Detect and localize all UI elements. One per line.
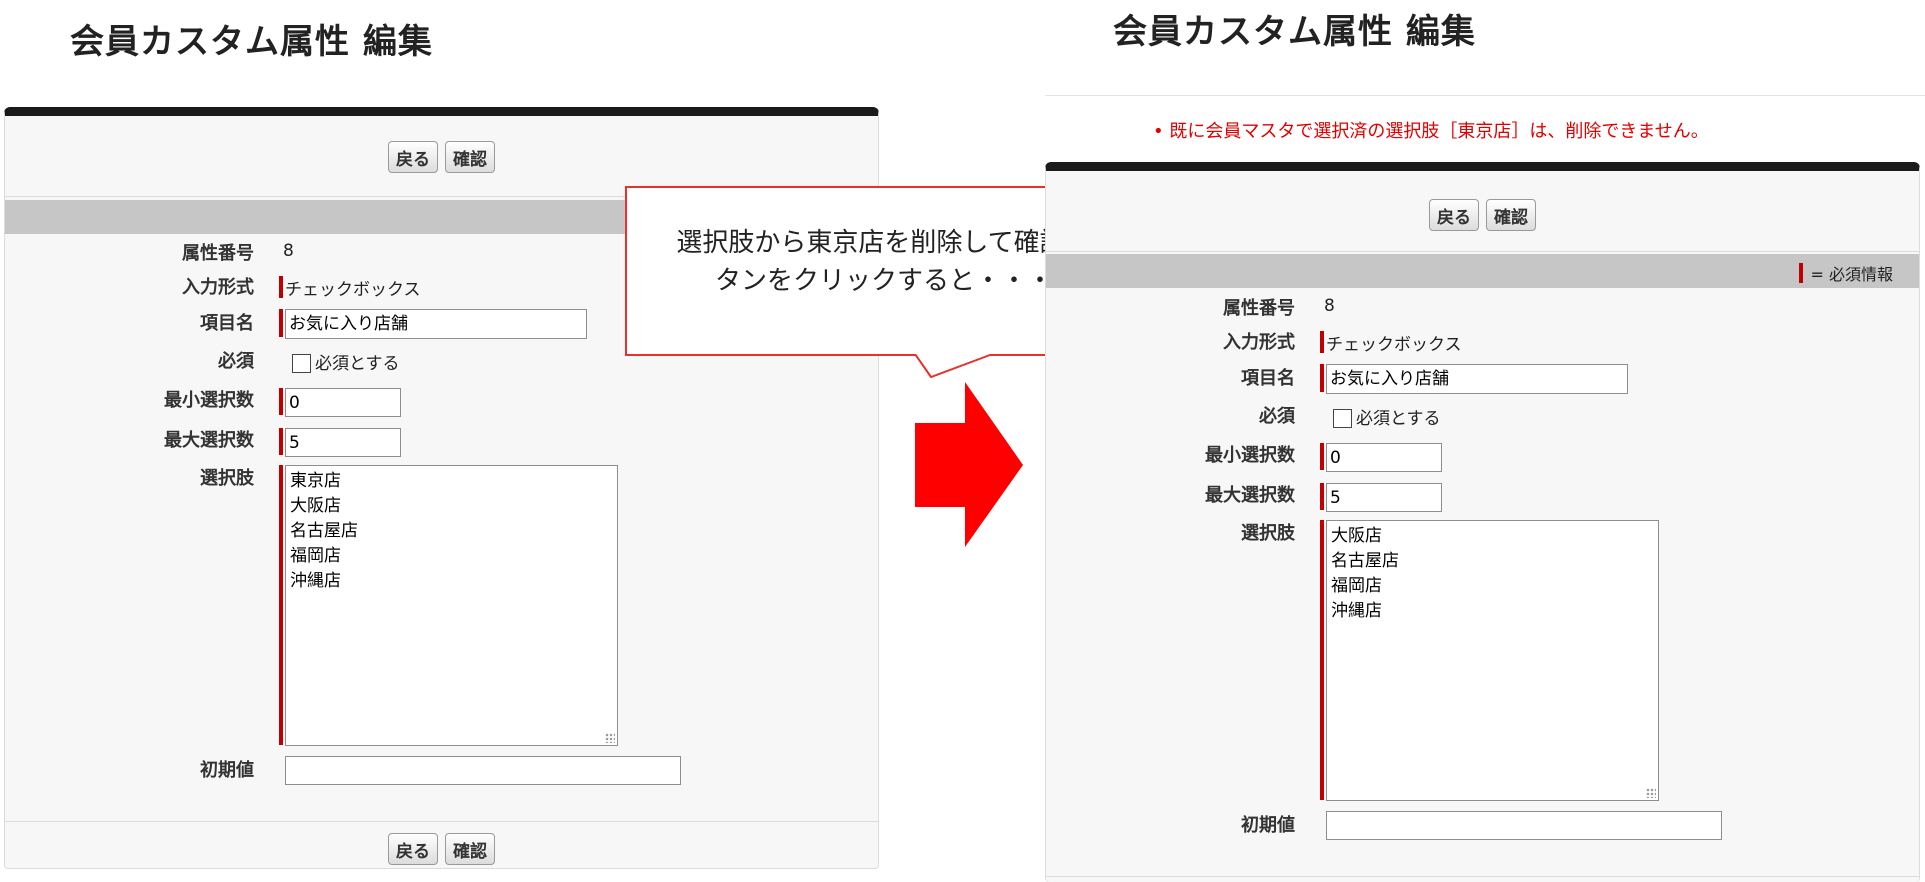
required-legend: = 必須情報 xyxy=(1798,261,1894,285)
item-name-label: 項目名 xyxy=(200,313,254,334)
max-select-label: 最大選択数 xyxy=(164,430,254,451)
input-type-value: チェックボックス xyxy=(285,280,421,300)
required-marker xyxy=(279,465,283,745)
required-marker xyxy=(1320,364,1324,392)
required-marker xyxy=(279,428,283,455)
confirm-button[interactable]: 確認 xyxy=(445,141,495,173)
initial-value-label: 初期値 xyxy=(1241,815,1295,836)
page-title-right: 会員カスタム属性 編集 xyxy=(1113,12,1476,52)
bottom-button-row-left: 戻る 確認 xyxy=(5,833,878,865)
input-type-label: 入力形式 xyxy=(182,277,254,298)
min-select-label: 最小選択数 xyxy=(1205,445,1295,466)
page-title-left: 会員カスタム属性 編集 xyxy=(70,22,433,62)
required-marker xyxy=(279,388,283,415)
required-checkbox[interactable] xyxy=(1333,409,1352,428)
choices-textarea[interactable]: 東京店 大阪店 名古屋店 福岡店 沖縄店 xyxy=(285,465,618,746)
choices-label: 選択肢 xyxy=(200,468,254,489)
confirm-button[interactable]: 確認 xyxy=(445,833,495,865)
attr-no-value: 8 xyxy=(283,241,294,261)
choices-label: 選択肢 xyxy=(1241,523,1295,544)
bullet-icon: • xyxy=(1153,121,1170,142)
initial-value-input[interactable] xyxy=(285,756,681,785)
choice-line: 大阪店 xyxy=(290,496,341,516)
transition-arrow-icon xyxy=(915,382,1023,547)
initial-value-input[interactable] xyxy=(1326,811,1722,840)
input-type-value: チェックボックス xyxy=(1326,335,1462,355)
required-checkbox-label: 必須とする xyxy=(1356,409,1441,429)
choice-line: 大阪店 xyxy=(1331,526,1382,546)
required-marker xyxy=(279,309,283,337)
required-marker xyxy=(1320,483,1324,510)
required-marker xyxy=(1320,443,1324,470)
choice-line: 名古屋店 xyxy=(290,521,358,541)
edit-form-right: 戻る 確認 = 必須情報 属性番号 8 入力形式 チェックボックス 項目名 お気… xyxy=(1045,162,1920,882)
min-select-input[interactable]: 0 xyxy=(1326,443,1442,472)
back-button[interactable]: 戻る xyxy=(388,141,438,173)
choice-line: 名古屋店 xyxy=(1331,551,1399,571)
item-name-label: 項目名 xyxy=(1241,368,1295,389)
choice-line: 沖縄店 xyxy=(290,571,341,591)
choice-line: 沖縄店 xyxy=(1331,601,1382,621)
required-checkbox-label: 必須とする xyxy=(315,354,400,374)
back-button[interactable]: 戻る xyxy=(1429,199,1479,231)
required-label: 必須 xyxy=(1259,406,1295,427)
required-marker xyxy=(279,276,283,298)
max-select-input[interactable]: 5 xyxy=(1326,483,1442,512)
initial-value-label: 初期値 xyxy=(200,760,254,781)
choices-textarea[interactable]: 大阪店 名古屋店 福岡店 沖縄店 xyxy=(1326,520,1659,801)
top-button-row-left: 戻る 確認 xyxy=(5,141,878,173)
choice-line: 東京店 xyxy=(290,471,341,491)
required-legend-text: = 必須情報 xyxy=(1810,265,1894,284)
input-type-label: 入力形式 xyxy=(1223,332,1295,353)
attr-no-label: 属性番号 xyxy=(1223,298,1295,319)
required-checkbox[interactable] xyxy=(292,354,311,373)
max-select-input[interactable]: 5 xyxy=(285,428,401,457)
max-select-label: 最大選択数 xyxy=(1205,485,1295,506)
attr-no-label: 属性番号 xyxy=(182,243,254,264)
resize-grip[interactable] xyxy=(605,733,615,743)
error-message-text: 既に会員マスタで選択済の選択肢［東京店］は、削除できません。 xyxy=(1169,121,1709,142)
min-select-input[interactable]: 0 xyxy=(285,388,401,417)
choice-line: 福岡店 xyxy=(1331,576,1382,596)
item-name-input[interactable]: お気に入り店舗 xyxy=(285,309,587,339)
choice-line: 福岡店 xyxy=(290,546,341,566)
required-marker xyxy=(1798,263,1803,283)
top-button-row-right: 戻る 確認 xyxy=(1046,199,1919,231)
required-marker xyxy=(1320,520,1324,800)
section-header-bar: = 必須情報 xyxy=(1046,254,1919,288)
divider xyxy=(5,821,878,822)
required-marker xyxy=(1320,331,1324,353)
divider xyxy=(1046,251,1919,252)
error-message: • 既に会員マスタで選択済の選択肢［東京店］は、削除できません。 xyxy=(1153,117,1709,143)
back-button[interactable]: 戻る xyxy=(388,833,438,865)
confirm-button[interactable]: 確認 xyxy=(1486,199,1536,231)
min-select-label: 最小選択数 xyxy=(164,390,254,411)
item-name-input[interactable]: お気に入り店舗 xyxy=(1326,364,1628,394)
resize-grip[interactable] xyxy=(1646,788,1656,798)
required-label: 必須 xyxy=(218,351,254,372)
divider xyxy=(1045,95,1925,96)
attr-no-value: 8 xyxy=(1324,296,1335,316)
